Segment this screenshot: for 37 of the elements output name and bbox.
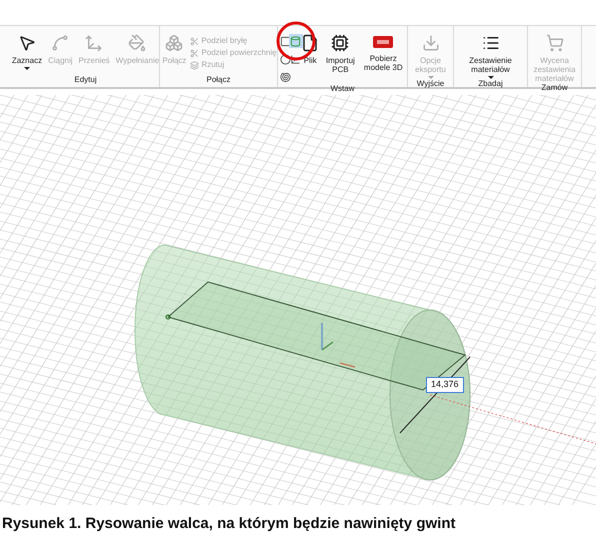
circle-icon bbox=[280, 54, 290, 64]
figure-caption: Rysunek 1. Rysowanie walca, na którym będzie nawinięty gwint bbox=[2, 514, 456, 534]
axes-icon bbox=[290, 54, 302, 64]
group-title: Wyjście bbox=[416, 79, 444, 90]
scissors-icon bbox=[190, 48, 200, 58]
list-icon bbox=[482, 34, 500, 52]
tool-button[interactable] bbox=[278, 34, 292, 48]
axes-icon bbox=[85, 34, 104, 52]
pointer-icon bbox=[18, 34, 36, 52]
ribbon-button[interactable]: Pobierz modele 3D bbox=[360, 34, 407, 72]
file-icon bbox=[301, 34, 320, 52]
ribbon-button[interactable]: Importuj PCB bbox=[323, 34, 358, 74]
group-title: Zamów bbox=[541, 83, 568, 94]
scissors-icon bbox=[190, 36, 200, 46]
group-title: Wstaw bbox=[330, 84, 354, 95]
ribbon-button[interactable]: Plik bbox=[299, 34, 322, 65]
ribbon-button[interactable]: Zestawienie materiałów bbox=[466, 34, 516, 79]
download-icon bbox=[422, 34, 440, 52]
cylinder-icon bbox=[290, 36, 302, 46]
square-icon bbox=[280, 36, 290, 46]
layers-icon bbox=[190, 60, 200, 70]
group-title: Połącz bbox=[206, 75, 230, 86]
tool-button[interactable] bbox=[278, 70, 292, 84]
tool-button[interactable] bbox=[288, 34, 303, 48]
curve-icon bbox=[51, 34, 70, 52]
cart-icon bbox=[546, 34, 564, 52]
tool-button[interactable] bbox=[278, 52, 292, 66]
group-title: Zbadaj bbox=[478, 79, 503, 90]
paint-bucket-icon bbox=[128, 34, 146, 52]
spiral-icon bbox=[280, 72, 290, 82]
ribbon-button[interactable]: Zaznacz bbox=[10, 34, 44, 70]
highlight-circle bbox=[276, 21, 316, 61]
cubes-icon bbox=[165, 34, 184, 52]
chip-icon bbox=[331, 34, 350, 52]
dimension-field[interactable]: 14,376 bbox=[426, 377, 464, 392]
group-title: Edytuj bbox=[74, 75, 97, 86]
logo-block-icon bbox=[372, 34, 394, 50]
